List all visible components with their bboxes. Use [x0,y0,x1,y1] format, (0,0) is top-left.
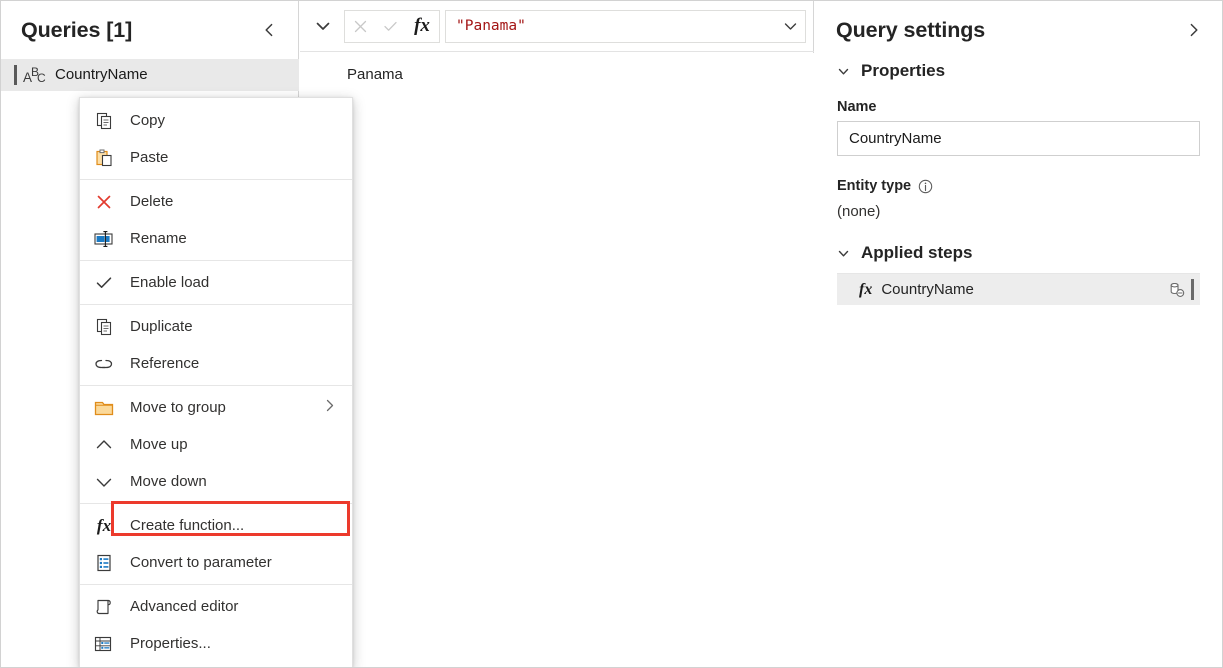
preview-main-area: fx "Panama" Panama [300,1,814,667]
checkmark-icon [88,271,120,295]
info-circle-icon[interactable] [918,179,933,194]
fx-icon[interactable]: fx [405,11,439,42]
menu-separator [80,503,352,504]
abc-text-type-icon: ABC [23,65,46,85]
delete-x-icon [88,190,120,214]
power-query-editor-window: Queries [1] ABC CountryName Copy Paste D… [0,0,1223,668]
chevron-down-icon [837,65,851,78]
entity-type-row: Entity type [837,178,1222,194]
cancel-x-icon[interactable] [345,11,375,42]
menu-separator [80,179,352,180]
menu-item-paste[interactable]: Paste [80,139,352,176]
formula-bar: fx "Panama" [300,1,814,52]
preview-value: Panama [347,66,403,83]
menu-separator [80,260,352,261]
menu-item-label: Duplicate [130,318,193,335]
menu-item-label: Rename [130,230,187,247]
duplicate-icon [88,315,120,339]
folder-icon [88,396,120,420]
delete-step-icon[interactable] [1166,279,1188,301]
paste-icon [88,146,120,170]
queries-pane-header: Queries [1] [1,1,299,59]
chevron-right-icon [322,397,338,418]
chevron-left-icon[interactable] [257,18,281,42]
chevron-down-icon [88,470,120,494]
chevron-right-icon[interactable] [1182,18,1206,42]
applied-steps-list: fx CountryName [837,273,1200,305]
rename-icon [88,227,120,251]
menu-separator [80,385,352,386]
copy-icon [88,109,120,133]
menu-item-duplicate[interactable]: Duplicate [80,308,352,345]
menu-item-label: Advanced editor [130,598,239,615]
properties-table-icon [88,632,120,656]
chevron-down-icon [837,247,851,260]
menu-item-label: Move down [130,473,207,490]
step-focus-caret [1191,279,1194,300]
menu-item-create-function[interactable]: fx Create function... [80,507,352,544]
chevron-down-icon[interactable] [308,11,338,41]
chevron-up-icon [88,433,120,457]
menu-item-advanced-editor[interactable]: Advanced editor [80,588,352,625]
menu-item-label: Reference [130,355,200,372]
menu-item-move-to-group[interactable]: Move to group [80,389,352,426]
formula-bar-action-buttons: fx [344,9,440,43]
menu-item-label: Delete [130,193,174,210]
query-list: ABC CountryName [1,59,299,91]
applied-step-row[interactable]: fx CountryName [837,274,1200,305]
menu-item-label: Move to group [130,399,226,416]
menu-item-properties[interactable]: Properties... [80,625,352,662]
applied-step-name: CountryName [881,281,974,298]
advanced-editor-icon [88,595,120,619]
applied-steps-section-label: Applied steps [861,243,973,262]
query-settings-title: Query settings [836,17,986,42]
menu-item-label: Create function... [130,517,245,534]
name-input[interactable]: CountryName [837,121,1200,156]
formula-input-wrapper[interactable]: "Panama" [445,9,806,43]
query-context-menu: Copy Paste Delete Rename Enable load Dup… [79,97,353,667]
menu-item-label: Move up [130,436,188,453]
query-settings-pane: Query settings Properties Name CountryNa… [815,1,1222,667]
query-list-item-countryname[interactable]: ABC CountryName [1,59,299,91]
query-settings-header: Query settings [815,1,1222,59]
entity-type-value: (none) [837,203,881,220]
name-field-label: Name [837,99,877,115]
menu-item-rename[interactable]: Rename [80,220,352,257]
menu-item-label: Convert to parameter [130,554,272,571]
menu-item-label: Copy [130,112,166,129]
parameter-list-icon [88,551,120,575]
formula-input[interactable]: "Panama" [446,18,775,34]
reference-link-icon [88,352,120,376]
queries-pane-title: Queries [1] [21,17,133,42]
applied-steps-section-header[interactable]: Applied steps [815,243,1222,263]
menu-item-move-up[interactable]: Move up [80,426,352,463]
menu-item-label: Paste [130,149,169,166]
properties-section-header[interactable]: Properties [815,61,1222,81]
entity-type-label: Entity type [837,178,912,194]
menu-item-enable-load[interactable]: Enable load [80,264,352,301]
fx-icon: fx [96,515,112,535]
menu-item-reference[interactable]: Reference [80,345,352,382]
query-list-item-label: CountryName [55,66,148,83]
accept-check-icon[interactable] [375,11,405,42]
menu-item-copy[interactable]: Copy [80,102,352,139]
properties-section-label: Properties [861,61,946,80]
selection-indicator [14,65,17,85]
chevron-down-icon[interactable] [775,11,805,42]
menu-item-move-down[interactable]: Move down [80,463,352,500]
menu-separator [80,584,352,585]
menu-item-delete[interactable]: Delete [80,183,352,220]
menu-separator [80,304,352,305]
menu-item-label: Enable load [130,274,210,291]
menu-item-convert-to-parameter[interactable]: Convert to parameter [80,544,352,581]
fx-icon: fx [859,280,873,298]
preview-pane: Panama [300,53,814,667]
menu-item-label: Properties... [130,635,211,652]
